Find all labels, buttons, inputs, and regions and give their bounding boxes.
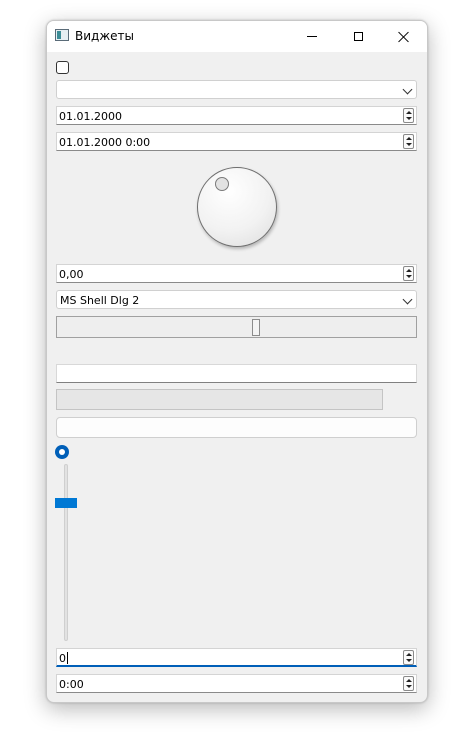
minimize-icon — [307, 36, 317, 37]
font-combo-box[interactable]: MS Shell Dlg 2 — [56, 290, 417, 309]
date-edit-value: 01.01.2000 — [59, 110, 122, 123]
time-edit[interactable]: 0:00 — [56, 674, 417, 693]
chevron-down-icon — [402, 294, 413, 305]
spin-up-down-icon[interactable] — [403, 676, 414, 691]
spin-up-down-icon[interactable] — [403, 650, 414, 665]
window-title: Виджеты — [75, 29, 134, 43]
double-spin-value: 0,00 — [59, 268, 84, 281]
close-button[interactable] — [381, 21, 427, 52]
datetime-edit[interactable]: 01.01.2000 0:00 — [56, 132, 417, 151]
maximize-button[interactable] — [335, 21, 381, 52]
combo-box[interactable] — [56, 80, 417, 99]
app-window-icon — [55, 29, 69, 41]
checkbox[interactable] — [56, 61, 69, 74]
close-icon — [398, 31, 410, 43]
push-button[interactable] — [56, 417, 417, 438]
maximize-icon — [353, 32, 363, 41]
datetime-edit-value: 01.01.2000 0:00 — [59, 136, 151, 149]
text-caret — [67, 652, 68, 664]
progress-bar — [56, 389, 383, 410]
scrollbar-thumb[interactable] — [252, 319, 260, 336]
vertical-slider-track[interactable] — [64, 464, 68, 641]
dial-notch — [215, 177, 229, 191]
date-edit[interactable]: 01.01.2000 — [56, 106, 417, 125]
horizontal-scrollbar[interactable] — [56, 316, 417, 338]
spin-up-down-icon[interactable] — [403, 108, 414, 123]
main-window: Виджеты 01.01.2000 01.01.2000 0:00 0,00 … — [46, 20, 428, 703]
vertical-slider-handle[interactable] — [55, 498, 77, 508]
spin-box-value: 0 — [59, 652, 66, 665]
double-spin-box[interactable]: 0,00 — [56, 264, 417, 283]
spin-box[interactable]: 0 — [56, 648, 417, 667]
line-edit[interactable] — [56, 364, 417, 383]
spin-up-down-icon[interactable] — [403, 266, 414, 281]
minimize-button[interactable] — [289, 21, 335, 52]
time-edit-value: 0:00 — [59, 678, 84, 691]
dial-knob[interactable] — [197, 167, 277, 247]
title-bar[interactable]: Виджеты — [47, 21, 427, 52]
radio-button[interactable] — [55, 445, 69, 459]
spin-up-down-icon[interactable] — [403, 134, 414, 149]
chevron-down-icon — [402, 84, 413, 95]
font-combo-value: MS Shell Dlg 2 — [60, 294, 140, 307]
